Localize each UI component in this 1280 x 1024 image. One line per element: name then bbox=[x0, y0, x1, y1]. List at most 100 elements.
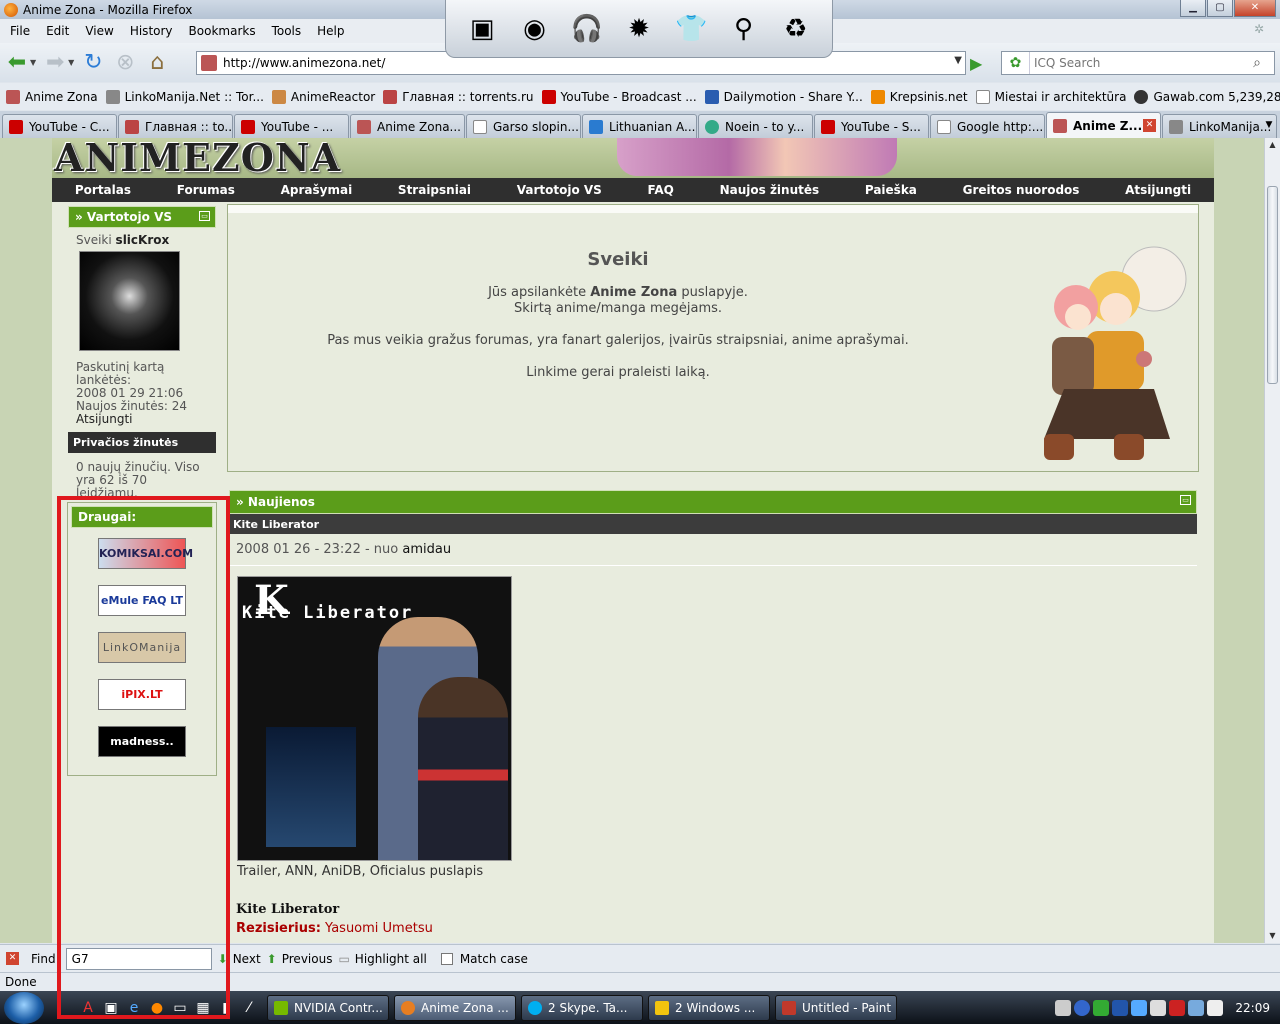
taskbar-task[interactable]: 2 Windows ... bbox=[648, 994, 770, 1021]
cpu-icon[interactable]: ▣ bbox=[462, 9, 502, 49]
back-button[interactable]: ⬅ bbox=[4, 50, 30, 75]
browser-tab[interactable]: Главная :: to... bbox=[118, 114, 233, 138]
scroll-thumb[interactable] bbox=[1267, 186, 1278, 384]
firefox-icon[interactable]: ● bbox=[147, 998, 167, 1018]
nav-forumas[interactable]: Forumas bbox=[177, 183, 235, 197]
internet-explorer-icon[interactable]: e bbox=[124, 998, 144, 1018]
browser-tab[interactable]: Anime Zona... bbox=[350, 114, 465, 138]
browser-tab[interactable]: Google http:... bbox=[930, 114, 1045, 138]
site-logo[interactable]: ANIMEZONA bbox=[54, 138, 341, 178]
menu-bookmarks[interactable]: Bookmarks bbox=[181, 24, 264, 38]
tray-app-icon[interactable] bbox=[1131, 999, 1148, 1016]
pm-summary[interactable]: 0 naujų žinučių. Viso yra 62 iš 70 leidž… bbox=[76, 453, 208, 500]
bookmark-item[interactable]: LinkoManija.Net :: Tor... bbox=[105, 89, 264, 104]
app-icon[interactable]: ▮ bbox=[216, 998, 236, 1018]
browser-tab-active[interactable]: Anime Z... ✕ bbox=[1046, 112, 1161, 138]
back-history-dropdown[interactable]: ▼ bbox=[30, 58, 36, 67]
friend-banner-madness[interactable]: madness.. bbox=[98, 726, 186, 757]
bookmark-item[interactable]: Dailymotion - Share Y... bbox=[704, 89, 863, 104]
nav-aprasymai[interactable]: Aprašymai bbox=[281, 183, 353, 197]
system-clock[interactable]: 22:09 bbox=[1235, 1001, 1270, 1015]
close-window-button[interactable]: ✕ bbox=[1234, 0, 1276, 17]
find-input[interactable] bbox=[65, 947, 212, 970]
app-icon[interactable]: ▣ bbox=[101, 998, 121, 1018]
collapse-panel-icon[interactable]: ▭ bbox=[1180, 495, 1191, 505]
menu-help[interactable]: Help bbox=[309, 24, 352, 38]
article-cover-image[interactable]: K Kite Liberator bbox=[237, 576, 512, 861]
search-engine-icon[interactable]: ✿ bbox=[1002, 52, 1030, 74]
username[interactable]: slicKrox bbox=[116, 233, 170, 247]
bookmark-item[interactable]: Anime Zona bbox=[6, 89, 98, 104]
stop-button[interactable]: ⊗ bbox=[112, 50, 138, 75]
close-tab-icon[interactable]: ✕ bbox=[1143, 119, 1156, 132]
nav-vartotojo-vs[interactable]: Vartotojo VS bbox=[517, 183, 602, 197]
usb-icon[interactable]: ⚲ bbox=[724, 9, 764, 49]
article-author[interactable]: amidau bbox=[402, 542, 451, 557]
menu-view[interactable]: View bbox=[77, 24, 121, 38]
friend-banner-linkomanija[interactable]: LinkOManija bbox=[98, 632, 186, 663]
article-links[interactable]: Trailer, ANN, AniDB, Oficialus puslapis bbox=[237, 864, 483, 879]
find-previous-button[interactable]: ⬆ Previous bbox=[267, 952, 333, 966]
friend-banner-komiksai[interactable]: KOMIKSAI.COM bbox=[98, 538, 193, 569]
nav-portalas[interactable]: Portalas bbox=[75, 183, 131, 197]
hard-drive-icon[interactable]: ◉ bbox=[514, 9, 554, 49]
recycle-bin-icon[interactable]: ♻ bbox=[776, 9, 816, 49]
highlight-all-button[interactable]: ▭ Highlight all bbox=[338, 952, 426, 966]
tray-app-icon[interactable] bbox=[1150, 999, 1167, 1016]
find-next-button[interactable]: ⬇ Next bbox=[218, 952, 261, 966]
maximize-button[interactable]: ▢ bbox=[1207, 0, 1233, 17]
tray-network-icon[interactable] bbox=[1188, 999, 1205, 1016]
nav-naujos-zinutes[interactable]: Naujos žinutės bbox=[720, 183, 820, 197]
nav-greitos-nuorodos[interactable]: Greitos nuorodos bbox=[963, 183, 1080, 197]
article-title[interactable]: Kite Liberator bbox=[229, 514, 1197, 534]
bookmark-item[interactable]: YouTube - Broadcast ... bbox=[541, 89, 697, 104]
friend-banner-ipix[interactable]: iPIX.LT bbox=[98, 679, 186, 710]
headphones-icon[interactable]: 🎧 bbox=[567, 9, 607, 49]
tray-volume-icon[interactable] bbox=[1207, 999, 1224, 1016]
search-input[interactable] bbox=[1030, 56, 1245, 70]
tray-app-icon[interactable] bbox=[1093, 999, 1110, 1016]
menu-edit[interactable]: Edit bbox=[38, 24, 77, 38]
bookmark-item[interactable]: Krepsinis.net bbox=[870, 89, 968, 104]
forward-history-dropdown[interactable]: ▼ bbox=[68, 58, 74, 67]
new-posts-label[interactable]: Naujos žinutės: bbox=[76, 399, 168, 413]
forward-button[interactable]: ➡ bbox=[42, 50, 68, 75]
taskbar-task[interactable]: NVIDIA Contr... bbox=[267, 994, 389, 1021]
url-input[interactable] bbox=[223, 56, 943, 70]
tab-list-dropdown[interactable]: ▼ bbox=[1260, 114, 1278, 136]
tray-keyboard-icon[interactable] bbox=[1055, 999, 1072, 1016]
taskbar-task[interactable]: Untitled - Paint bbox=[775, 994, 897, 1021]
logout-link[interactable]: Atsijungti bbox=[76, 413, 208, 426]
bookmark-item[interactable]: Главная :: torrents.ru bbox=[383, 89, 534, 104]
nav-paieska[interactable]: Paieška bbox=[865, 183, 917, 197]
reload-button[interactable]: ↻ bbox=[80, 50, 106, 75]
menu-tools[interactable]: Tools bbox=[264, 24, 310, 38]
acrobat-icon[interactable]: A bbox=[78, 998, 98, 1018]
minimize-button[interactable]: ▁ bbox=[1180, 0, 1206, 17]
tray-app-icon[interactable] bbox=[1112, 999, 1129, 1016]
browser-tab[interactable]: YouTube - C... bbox=[2, 114, 117, 138]
browser-tab[interactable]: Noein - to y... bbox=[698, 114, 813, 138]
bookmark-item[interactable]: Miestai ir architektūra bbox=[975, 89, 1126, 104]
menu-file[interactable]: File bbox=[2, 24, 38, 38]
collapse-panel-icon[interactable]: ▭ bbox=[199, 211, 210, 221]
nav-straipsniai[interactable]: Straipsniai bbox=[398, 183, 471, 197]
url-history-dropdown[interactable]: ▼ bbox=[954, 55, 962, 66]
tray-app-icon[interactable] bbox=[1169, 999, 1186, 1016]
scroll-down-icon[interactable]: ▼ bbox=[1265, 929, 1280, 943]
scroll-up-icon[interactable]: ▲ bbox=[1265, 138, 1280, 152]
friend-banner-emule[interactable]: eMule FAQ LT bbox=[98, 585, 186, 616]
nav-atsijungti[interactable]: Atsijungti bbox=[1125, 183, 1191, 197]
browser-tab[interactable]: YouTube - S... bbox=[814, 114, 929, 138]
checkbox-box[interactable] bbox=[440, 952, 453, 965]
go-button[interactable]: ▶ bbox=[970, 54, 982, 73]
feather-icon[interactable]: ⁄ bbox=[239, 998, 259, 1018]
bookmark-item[interactable]: Gawab.com 5,239,285 ... bbox=[1134, 89, 1280, 104]
window-switcher-icon[interactable]: ▦ bbox=[193, 998, 213, 1018]
browser-tab[interactable]: Lithuanian A... bbox=[582, 114, 697, 138]
nav-faq[interactable]: FAQ bbox=[648, 183, 674, 197]
tray-help-icon[interactable] bbox=[1074, 999, 1091, 1016]
bookmark-item[interactable]: AnimeReactor bbox=[271, 89, 375, 104]
menu-history[interactable]: History bbox=[122, 24, 181, 38]
browser-tab[interactable]: Garso slopin... bbox=[466, 114, 581, 138]
